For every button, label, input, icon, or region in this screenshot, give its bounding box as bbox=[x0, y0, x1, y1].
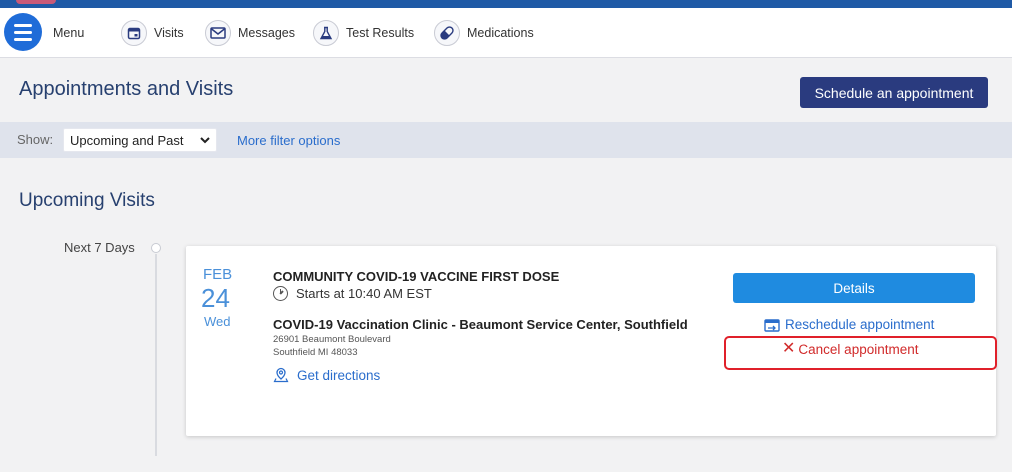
get-directions-label: Get directions bbox=[297, 367, 381, 383]
schedule-appointment-button[interactable]: Schedule an appointment bbox=[800, 77, 988, 108]
top-navigation-bar: Menu Visits Messages Test Results Medica… bbox=[0, 8, 1012, 58]
nav-label-messages: Messages bbox=[238, 26, 295, 40]
logo-fragment bbox=[16, 0, 56, 4]
nav-item-messages[interactable]: Messages bbox=[205, 19, 295, 47]
details-button[interactable]: Details bbox=[733, 273, 975, 303]
close-x-icon: ✕ bbox=[782, 340, 796, 357]
visit-time: Starts at 10:40 AM EST bbox=[273, 286, 432, 301]
timeline-line bbox=[155, 254, 157, 456]
address-line-2: Southfield MI 48033 bbox=[273, 347, 358, 358]
address-line-1: 26901 Beaumont Boulevard bbox=[273, 334, 391, 345]
nav-label-test-results: Test Results bbox=[346, 26, 415, 40]
nav-label-menu: Menu bbox=[53, 26, 85, 40]
cancel-appointment-link[interactable]: ✕ Cancel appointment bbox=[782, 341, 918, 357]
timeline-label: Next 7 Days bbox=[64, 240, 135, 255]
more-filter-options-link[interactable]: More filter options bbox=[237, 133, 340, 148]
nav-label-visits: Visits bbox=[154, 26, 184, 40]
appointment-day: 24 bbox=[201, 283, 230, 313]
timeline-dot bbox=[151, 243, 161, 253]
reschedule-icon bbox=[764, 318, 780, 332]
menu-label[interactable]: Menu bbox=[53, 19, 84, 47]
get-directions-link[interactable]: Get directions bbox=[273, 367, 380, 383]
upcoming-visits-heading: Upcoming Visits bbox=[19, 190, 155, 211]
nav-item-visits[interactable]: Visits bbox=[121, 19, 184, 47]
chevron-down-icon bbox=[200, 136, 210, 143]
cancel-label: Cancel appointment bbox=[798, 341, 919, 357]
nav-label-medications: Medications bbox=[467, 26, 534, 40]
nav-item-test-results[interactable]: Test Results bbox=[313, 19, 414, 47]
top-banner-strip bbox=[0, 0, 1012, 8]
clock-icon bbox=[273, 286, 288, 301]
appointment-weekday: Wed bbox=[204, 314, 231, 329]
flask-icon bbox=[313, 20, 339, 46]
calendar-icon bbox=[121, 20, 147, 46]
visit-type: COMMUNITY COVID-19 VACCINE FIRST DOSE bbox=[273, 269, 560, 284]
menu-button[interactable] bbox=[4, 13, 42, 51]
page-title: Appointments and Visits bbox=[19, 78, 234, 100]
map-pin-icon bbox=[273, 367, 289, 383]
nav-item-medications[interactable]: Medications bbox=[434, 19, 534, 47]
show-label: Show: bbox=[17, 132, 54, 147]
clinic-name: COVID-19 Vaccination Clinic - Beaumont S… bbox=[273, 317, 688, 332]
envelope-icon bbox=[205, 20, 231, 46]
hamburger-icon bbox=[14, 23, 32, 27]
visit-time-text: Starts at 10:40 AM EST bbox=[296, 286, 432, 301]
reschedule-label: Reschedule appointment bbox=[785, 317, 935, 332]
reschedule-appointment-link[interactable]: Reschedule appointment bbox=[764, 317, 934, 332]
show-filter-select[interactable]: Upcoming and Past bbox=[63, 128, 217, 152]
show-filter-value: Upcoming and Past bbox=[70, 132, 184, 148]
appointment-month: FEB bbox=[203, 266, 233, 283]
pill-icon bbox=[434, 20, 460, 46]
